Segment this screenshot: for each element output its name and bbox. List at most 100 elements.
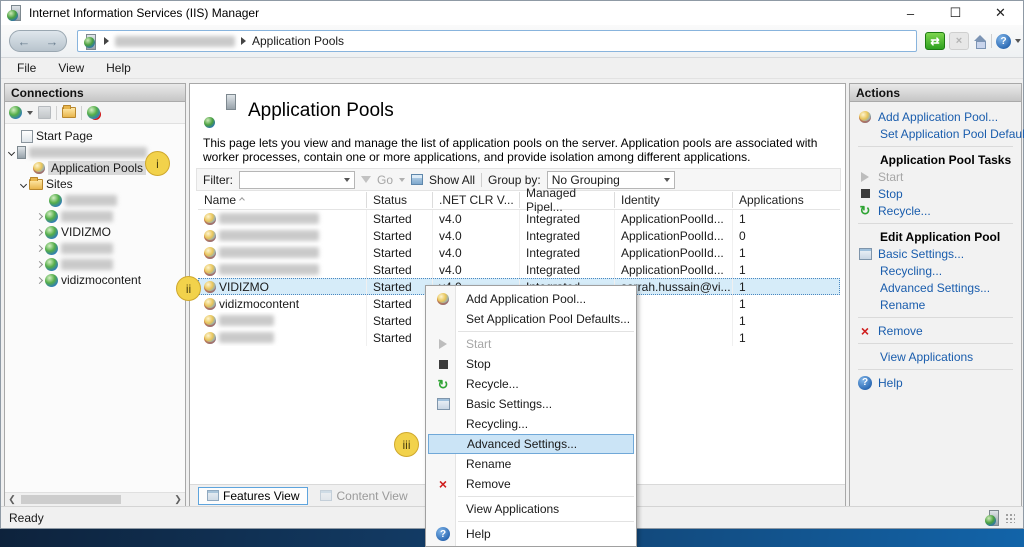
menu-advanced-settings-highlighted[interactable]: Advanced Settings... — [428, 434, 634, 454]
app-pool-icon — [204, 332, 216, 344]
action-recycling[interactable]: Recycling... — [856, 262, 1021, 279]
menu-add-application-pool[interactable]: Add Application Pool... — [428, 289, 634, 309]
actions-panel: Actions Add Application Pool... Set Appl… — [849, 83, 1022, 507]
application-pools-icon — [33, 162, 45, 174]
tab-features-view[interactable]: Features View — [198, 487, 308, 505]
delete-connection-icon[interactable] — [87, 106, 100, 119]
chevron-right-icon[interactable] — [36, 228, 43, 235]
titlebar[interactable]: Internet Information Services (IIS) Mana… — [1, 1, 1023, 25]
column-status[interactable]: Status — [367, 192, 433, 208]
forward-icon[interactable]: → — [46, 34, 59, 49]
menu-remove[interactable]: × Remove — [428, 474, 634, 494]
tree-item-site[interactable] — [5, 240, 185, 256]
action-remove[interactable]: × Remove — [856, 322, 1021, 339]
resize-grip[interactable] — [1005, 513, 1015, 523]
menu-recycling[interactable]: Recycling... — [428, 414, 634, 434]
action-start[interactable]: Start — [856, 168, 1021, 185]
help-dropdown-icon[interactable] — [1015, 39, 1021, 43]
action-view-applications[interactable]: View Applications — [856, 348, 1021, 365]
table-row[interactable]: Startedv4.0 IntegratedApplicationPoolId.… — [198, 227, 840, 244]
tree-item-site-vidizmocontent[interactable]: vidizmocontent — [5, 272, 185, 288]
action-recycle[interactable]: ↻ Recycle... — [856, 202, 1021, 219]
recycle-icon: ↻ — [860, 204, 871, 217]
chevron-right-icon[interactable] — [36, 260, 43, 267]
menu-stop[interactable]: Stop — [428, 354, 634, 374]
chevron-right-icon[interactable] — [36, 212, 43, 219]
minimize-button[interactable]: – — [888, 1, 933, 25]
menu-basic-settings[interactable]: Basic Settings... — [428, 394, 634, 414]
stop-button[interactable]: × — [949, 32, 969, 50]
action-set-app-pool-defaults[interactable]: Set Application Pool Defaults... — [856, 125, 1021, 142]
save-connection-icon[interactable] — [38, 106, 51, 119]
refresh-button[interactable]: ⇄ — [925, 32, 945, 50]
server-name-blurred — [29, 147, 147, 158]
tree-item-site-vidizmo[interactable]: VIDIZMO — [5, 224, 185, 240]
table-row[interactable]: Startedv4.0 IntegratedApplicationPoolId.… — [198, 244, 840, 261]
window-title: Internet Information Services (IIS) Mana… — [29, 6, 259, 20]
back-icon[interactable]: ← — [18, 34, 31, 49]
column-name[interactable]: Name — [198, 192, 367, 208]
action-stop[interactable]: Stop — [856, 185, 1021, 202]
divider — [458, 496, 634, 497]
create-connection-icon[interactable] — [9, 106, 22, 119]
tree-item-site[interactable] — [5, 256, 185, 272]
action-advanced-settings[interactable]: Advanced Settings... — [856, 279, 1021, 296]
tree-item-site[interactable] — [5, 208, 185, 224]
scroll-left-icon[interactable]: ❮ — [5, 493, 19, 506]
show-all-button[interactable]: Show All — [429, 173, 475, 187]
tree-item-site[interactable] — [5, 192, 185, 208]
column-identity[interactable]: Identity — [615, 192, 733, 208]
go-button[interactable]: Go — [377, 173, 393, 187]
chevron-down-icon[interactable] — [8, 148, 15, 155]
horizontal-scrollbar[interactable]: ❮ ❯ — [5, 492, 185, 506]
scroll-right-icon[interactable]: ❯ — [171, 493, 185, 506]
menu-rename[interactable]: Rename — [428, 454, 634, 474]
desktop: Internet Information Services (IIS) Mana… — [0, 0, 1024, 547]
close-button[interactable]: ✕ — [978, 1, 1023, 25]
table-row[interactable]: Startedv4.0 IntegratedApplicationPoolId.… — [198, 261, 840, 278]
breadcrumb-current[interactable]: Application Pools — [252, 34, 344, 48]
sites-folder-icon — [29, 179, 43, 190]
tab-content-view[interactable]: Content View — [312, 487, 415, 505]
menu-file[interactable]: File — [7, 59, 46, 77]
menu-help[interactable]: ? Help — [428, 524, 634, 544]
menu-set-app-pool-defaults[interactable]: Set Application Pool Defaults... — [428, 309, 634, 329]
site-name-blurred — [61, 259, 113, 270]
action-help[interactable]: ? Help — [856, 374, 1021, 391]
column-clr[interactable]: .NET CLR V... — [433, 192, 520, 208]
tree-item-sites[interactable]: Sites — [5, 176, 185, 192]
dropdown-icon[interactable] — [344, 178, 350, 182]
up-folder-icon[interactable] — [62, 107, 76, 118]
filter-input[interactable] — [239, 171, 355, 189]
chevron-right-icon[interactable] — [36, 244, 43, 251]
help-icon[interactable]: ? — [996, 34, 1011, 49]
action-rename[interactable]: Rename — [856, 296, 1021, 313]
menu-recycle[interactable]: ↻ Recycle... — [428, 374, 634, 394]
menu-view-applications[interactable]: View Applications — [428, 499, 634, 519]
site-name-blurred — [61, 211, 113, 222]
menu-help[interactable]: Help — [96, 59, 141, 77]
breadcrumb-arrow-icon[interactable] — [241, 37, 246, 45]
maximize-button[interactable]: ☐ — [933, 1, 978, 25]
go-dropdown-icon[interactable] — [399, 178, 405, 182]
menu-start[interactable]: Start — [428, 334, 634, 354]
tree-item-start-page[interactable]: Start Page — [5, 128, 185, 144]
chevron-down-icon[interactable] — [20, 180, 27, 187]
chevron-right-icon[interactable] — [36, 276, 43, 283]
address-bar[interactable]: Application Pools — [77, 30, 917, 52]
divider — [858, 146, 1013, 147]
sort-asc-icon — [239, 197, 245, 203]
action-basic-settings[interactable]: Basic Settings... — [856, 245, 1021, 262]
connection-dropdown-icon[interactable] — [27, 111, 33, 115]
home-icon[interactable] — [973, 35, 987, 48]
table-row[interactable]: Startedv4.0 IntegratedApplicationPoolId.… — [198, 210, 840, 227]
remove-icon: × — [861, 324, 869, 338]
column-applications[interactable]: Applications — [733, 192, 840, 208]
column-pipeline[interactable]: Managed Pipel... — [520, 192, 615, 208]
action-add-application-pool[interactable]: Add Application Pool... — [856, 108, 1021, 125]
menu-view[interactable]: View — [48, 59, 94, 77]
scrollbar-thumb[interactable] — [21, 495, 121, 504]
breadcrumb-arrow-icon[interactable] — [104, 37, 109, 45]
scrollbar-track[interactable] — [19, 493, 171, 506]
dropdown-icon[interactable] — [664, 178, 670, 182]
